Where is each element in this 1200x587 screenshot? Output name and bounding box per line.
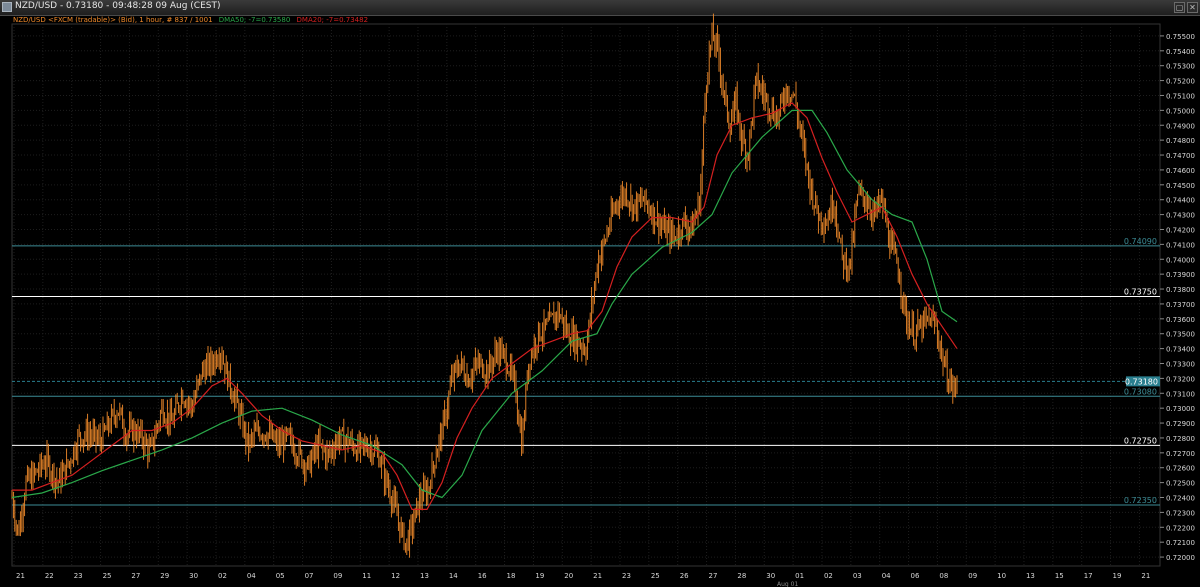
y-tick-label: 0.73900 bbox=[1166, 271, 1195, 279]
y-tick-label: 0.74900 bbox=[1166, 122, 1195, 130]
horizontal-level-label: 0.72350 bbox=[1124, 496, 1157, 505]
x-tick-label: 21 bbox=[1141, 572, 1150, 580]
y-tick-label: 0.75400 bbox=[1166, 48, 1195, 56]
x-tick-label: 03 bbox=[853, 572, 862, 580]
horizontal-level-label: 0.73080 bbox=[1124, 387, 1157, 396]
y-tick-label: 0.72500 bbox=[1166, 480, 1195, 488]
current-price-label: 0.73180 bbox=[1125, 377, 1158, 386]
x-tick-label: 18 bbox=[507, 572, 516, 580]
y-tick-label: 0.75200 bbox=[1166, 78, 1195, 86]
x-tick-label: 05 bbox=[276, 572, 285, 580]
y-tick-label: 0.73600 bbox=[1166, 316, 1195, 324]
y-tick-label: 0.72800 bbox=[1166, 435, 1195, 443]
y-tick-label: 0.73300 bbox=[1166, 360, 1195, 368]
y-tick-label: 0.74200 bbox=[1166, 226, 1195, 234]
y-tick-label: 0.74700 bbox=[1166, 152, 1195, 160]
x-tick-label: 15 bbox=[1055, 572, 1064, 580]
x-tick-label: 19 bbox=[1113, 572, 1122, 580]
y-tick-label: 0.72900 bbox=[1166, 420, 1195, 428]
horizontal-level-label: 0.73750 bbox=[1124, 287, 1157, 296]
y-tick-label: 0.73500 bbox=[1166, 331, 1195, 339]
y-tick-label: 0.73000 bbox=[1166, 405, 1195, 413]
x-tick-label: 09 bbox=[333, 572, 342, 580]
x-tick-label: 27 bbox=[709, 572, 718, 580]
x-tick-label: 23 bbox=[622, 572, 631, 580]
y-tick-label: 0.73700 bbox=[1166, 301, 1195, 309]
x-tick-label: 01 bbox=[795, 572, 804, 580]
y-tick-label: 0.73800 bbox=[1166, 286, 1195, 294]
y-tick-label: 0.75500 bbox=[1166, 33, 1195, 41]
y-tick-label: 0.73400 bbox=[1166, 346, 1195, 354]
y-tick-label: 0.72600 bbox=[1166, 465, 1195, 473]
x-tick-label: 04 bbox=[247, 572, 256, 580]
y-tick-label: 0.74000 bbox=[1166, 256, 1195, 264]
y-tick-label: 0.74100 bbox=[1166, 241, 1195, 249]
horizontal-level-label: 0.72750 bbox=[1124, 436, 1157, 445]
x-tick-label: 21 bbox=[16, 572, 25, 580]
y-tick-label: 0.72300 bbox=[1166, 509, 1195, 517]
x-tick-label: 13 bbox=[420, 572, 429, 580]
x-tick-label: 30 bbox=[766, 572, 775, 580]
x-tick-label: 29 bbox=[160, 572, 169, 580]
y-tick-label: 0.74400 bbox=[1166, 197, 1195, 205]
x-tick-label: 16 bbox=[478, 572, 487, 580]
x-tick-label: 12 bbox=[391, 572, 400, 580]
y-tick-label: 0.72200 bbox=[1166, 524, 1195, 532]
x-tick-label: 08 bbox=[939, 572, 948, 580]
y-tick-label: 0.74500 bbox=[1166, 182, 1195, 190]
x-tick-label: 13 bbox=[1026, 572, 1035, 580]
y-tick-label: 0.74300 bbox=[1166, 212, 1195, 220]
x-tick-label: 26 bbox=[680, 572, 689, 580]
y-tick-label: 0.75000 bbox=[1166, 107, 1195, 115]
x-month-label: Aug 01 bbox=[777, 581, 798, 587]
x-tick-label: 25 bbox=[651, 572, 660, 580]
x-tick-label: 09 bbox=[968, 572, 977, 580]
x-tick-label: 21 bbox=[593, 572, 602, 580]
x-tick-label: 20 bbox=[564, 572, 573, 580]
y-tick-label: 0.74600 bbox=[1166, 167, 1195, 175]
y-tick-label: 0.72100 bbox=[1166, 539, 1195, 547]
y-tick-label: 0.72400 bbox=[1166, 495, 1195, 503]
x-tick-label: 11 bbox=[362, 572, 371, 580]
y-tick-label: 0.72700 bbox=[1166, 450, 1195, 458]
x-tick-label: 17 bbox=[1084, 572, 1093, 580]
x-tick-label: 02 bbox=[218, 572, 227, 580]
y-tick-label: 0.72000 bbox=[1166, 554, 1195, 562]
price-chart[interactable]: 21 22 23 25 27 29 30 02 04 05 07 09 11 12 13 14 16 18 19 20… bbox=[0, 0, 1200, 587]
y-tick-label: 0.75300 bbox=[1166, 63, 1195, 71]
x-tick-label: 28 bbox=[737, 572, 746, 580]
x-tick-label: 14 bbox=[449, 572, 458, 580]
horizontal-level-label: 0.74090 bbox=[1124, 237, 1157, 246]
y-tick-label: 0.75100 bbox=[1166, 92, 1195, 100]
x-tick-label: 19 bbox=[535, 572, 544, 580]
x-tick-label: 06 bbox=[911, 572, 920, 580]
x-tick-label: 25 bbox=[103, 572, 112, 580]
x-tick-label: 02 bbox=[824, 572, 833, 580]
chart-window: NZD/USD - 0.73180 - 09:48:28 09 Aug (CES… bbox=[0, 0, 1200, 587]
x-tick-label: 23 bbox=[74, 572, 83, 580]
x-tick-label: 27 bbox=[131, 572, 140, 580]
x-tick-label: 10 bbox=[997, 572, 1006, 580]
x-tick-label: 30 bbox=[189, 572, 198, 580]
plot-area bbox=[11, 23, 1161, 567]
x-tick-label: 07 bbox=[305, 572, 314, 580]
y-tick-label: 0.73100 bbox=[1166, 390, 1195, 398]
y-tick-label: 0.73200 bbox=[1166, 375, 1195, 383]
x-tick-label: 04 bbox=[882, 572, 891, 580]
x-tick-label: 22 bbox=[45, 572, 54, 580]
y-tick-label: 0.74800 bbox=[1166, 137, 1195, 145]
